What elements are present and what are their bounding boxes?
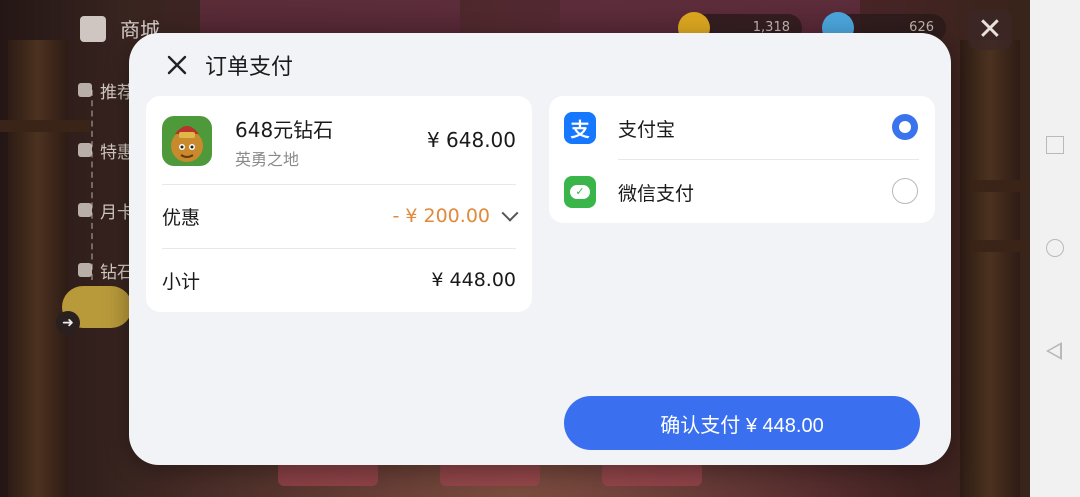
close-icon [167, 55, 187, 75]
menu-item-monthly[interactable]: 月卡 [78, 180, 134, 240]
discount-value: - ¥ 200.00 [392, 205, 490, 227]
radio-alipay-selected[interactable] [892, 114, 918, 140]
payment-method-card: 支 支付宝 ✓ 微信支付 [549, 96, 935, 223]
product-price: ¥ 648.00 [426, 128, 516, 152]
close-dialog-button[interactable] [163, 51, 191, 79]
payment-name-wechat: 微信支付 [618, 183, 695, 205]
menu-item-special[interactable]: 特惠 [78, 120, 134, 180]
wechat-pay-icon: ✓ [564, 176, 596, 208]
price-tag [278, 462, 378, 486]
order-summary-card: 648元钻石 英勇之地 ¥ 648.00 优惠 - ¥ 200.00 小计 ¥ … [146, 96, 532, 312]
product-row: 648元钻石 英勇之地 ¥ 648.00 [146, 96, 532, 184]
menu-divider [91, 90, 93, 280]
order-payment-dialog: 订单支付 648元钻石 英勇之地 ¥ 648.00 优惠 - ¥ 200.00 … [129, 33, 951, 465]
subtotal-value: ¥ 448.00 [431, 269, 516, 291]
subtotal-row: 小计 ¥ 448.00 [162, 249, 516, 311]
diamond-icon [78, 263, 92, 277]
discount-label: 优惠 [162, 206, 201, 229]
radio-wechat-unselected[interactable] [892, 178, 918, 204]
back-icon[interactable] [1046, 342, 1062, 360]
payment-option-wechat[interactable]: ✓ 微信支付 [549, 160, 935, 222]
dialog-header: 订单支付 [163, 49, 293, 81]
subtotal-label: 小计 [162, 270, 201, 293]
price-tag [602, 462, 702, 486]
dialog-title: 订单支付 [205, 55, 294, 80]
shop-side-menu: 推荐 特惠 月卡 钻石 [78, 60, 134, 300]
recent-apps-icon[interactable] [1046, 136, 1064, 154]
game-close-button[interactable]: ✕ [968, 10, 1012, 50]
cart-icon [78, 83, 92, 97]
store-icon [80, 15, 106, 42]
discount-row[interactable]: 优惠 - ¥ 200.00 [162, 185, 519, 247]
system-nav-bar [1030, 0, 1080, 497]
game-app-icon [162, 116, 212, 166]
menu-item-recommend[interactable]: 推荐 [78, 60, 134, 120]
chevron-down-icon [501, 204, 519, 222]
tag-icon [78, 143, 92, 157]
alipay-icon: 支 [564, 112, 596, 144]
confirm-pay-button[interactable]: 确认支付 ¥ 448.00 [564, 396, 920, 450]
payment-option-alipay[interactable]: 支 支付宝 [549, 96, 935, 158]
product-name: 648元钻石 [235, 118, 334, 142]
price-tag [440, 462, 540, 486]
discount-selector[interactable]: - ¥ 200.00 [392, 204, 519, 227]
payment-name-alipay: 支付宝 [618, 119, 676, 141]
home-icon[interactable] [1046, 239, 1064, 257]
product-game-name: 英勇之地 [235, 150, 300, 169]
arrow-right-icon[interactable]: ➜ [56, 311, 80, 335]
star-icon [78, 203, 92, 217]
